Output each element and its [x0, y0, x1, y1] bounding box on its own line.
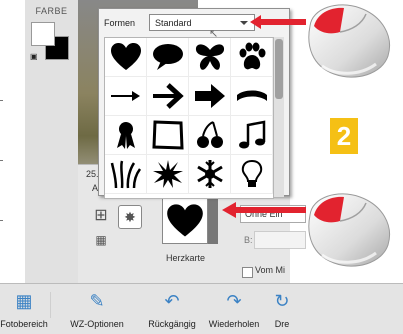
shape-cherries[interactable]: [189, 116, 231, 155]
shape-light-bulb[interactable]: [231, 155, 273, 194]
shape-butterfly[interactable]: [189, 38, 231, 77]
ruler-tick: [0, 100, 3, 101]
photo-bin-label: Fotobereich: [0, 319, 48, 329]
left-edge-strip: [0, 0, 25, 283]
grass-icon: [110, 160, 142, 189]
shapes-picker-popup: Formen Standard ↖: [98, 8, 290, 199]
width-input[interactable]: [254, 231, 306, 249]
rotate-button[interactable]: ↻ Dre: [268, 284, 296, 334]
music-note-icon: [239, 120, 266, 149]
options-number-label: 25.: [86, 169, 99, 179]
crop-icon[interactable]: ⊞: [90, 205, 112, 227]
ruler-tick: [0, 160, 3, 161]
image-icon[interactable]: ▦: [92, 231, 110, 249]
red-arrow-icon: [222, 202, 306, 218]
ruler-tick: [0, 220, 3, 221]
shape-starburst[interactable]: [147, 155, 189, 194]
photo-bin-button[interactable]: ▦ Fotobereich: [0, 284, 48, 334]
redo-icon: ↷: [226, 291, 242, 311]
shape-paw-print[interactable]: [231, 38, 273, 77]
redo-label: Wiederholen: [208, 319, 260, 329]
shape-chevron-arrow[interactable]: [147, 77, 189, 116]
color-panel: FARBE ▣: [25, 0, 78, 283]
shape-speech-bubble[interactable]: [147, 38, 189, 77]
banner-icon: [237, 90, 267, 101]
shape-name-label: Herzkarte: [166, 253, 206, 263]
tool-options-button[interactable]: ✎ WZ-Optionen: [52, 284, 142, 334]
heart-icon: [111, 43, 141, 70]
shape-bold-arrow[interactable]: [189, 77, 231, 116]
shape-music-note[interactable]: [231, 116, 273, 155]
undo-label: Rückgängig: [148, 319, 196, 329]
heart-icon: [167, 204, 203, 237]
mouse-left-click-icon: [308, 193, 390, 267]
mouse-left-click-icon: [308, 4, 390, 78]
shape-thin-arrow[interactable]: [105, 77, 147, 116]
snowflake-icon: [197, 160, 223, 188]
light-bulb-icon: [241, 159, 263, 187]
shape-snowflake[interactable]: [189, 155, 231, 194]
thin-arrow-icon: [111, 91, 140, 101]
butterfly-icon: [195, 44, 225, 70]
shapes-set-value: Standard: [155, 18, 192, 28]
frame-icon: [152, 120, 184, 150]
bold-arrow-icon: [195, 84, 225, 108]
shape-heart[interactable]: [105, 38, 147, 77]
scrollbar-thumb[interactable]: [275, 39, 283, 99]
cherries-icon: [197, 121, 223, 148]
rotate-label: Dre: [274, 319, 290, 329]
custom-shape-tool-icon[interactable]: ✸: [118, 205, 142, 229]
tool-options-icon: ✎: [89, 291, 105, 311]
rotate-icon: ↻: [274, 291, 290, 311]
shapes-set-dropdown[interactable]: Standard: [149, 14, 255, 31]
speech-bubble-icon: [153, 44, 183, 70]
red-arrow-icon: [250, 15, 306, 29]
shape-preview-dropdown[interactable]: [208, 198, 218, 244]
shape-grid-scrollbar[interactable]: [274, 37, 284, 197]
tool-options-label: WZ-Optionen: [70, 319, 124, 329]
shape-frame[interactable]: [147, 116, 189, 155]
shape-grid: [104, 37, 274, 199]
color-panel-label: FARBE: [35, 6, 68, 16]
toolbar-divider: [50, 292, 51, 318]
photo-bin-icon: ▦: [15, 291, 33, 311]
shape-award-ribbon[interactable]: [105, 116, 147, 155]
width-label: B:: [244, 235, 253, 245]
undo-button[interactable]: ↶ Rückgängig: [144, 284, 200, 334]
from-center-label: Vom Mi: [255, 265, 286, 275]
chevron-arrow-icon: [153, 83, 184, 109]
step-number-badge: 2: [330, 118, 358, 154]
starburst-icon: [153, 160, 183, 188]
from-center-checkbox[interactable]: [242, 267, 253, 278]
bottom-toolbar: ▦ Fotobereich ✎ WZ-Optionen ↶ Rückgängig…: [0, 283, 403, 334]
chevron-down-icon: [240, 21, 248, 25]
shape-preview-button[interactable]: [162, 198, 208, 244]
default-colors-icon[interactable]: ▣: [30, 52, 38, 61]
award-ribbon-icon: [117, 122, 135, 149]
shape-grass[interactable]: [105, 155, 147, 194]
undo-icon: ↶: [164, 291, 180, 311]
foreground-color-swatch[interactable]: [31, 22, 55, 46]
paw-print-icon: [239, 42, 266, 70]
redo-button[interactable]: ↷ Wiederholen: [204, 284, 264, 334]
shape-banner[interactable]: [231, 77, 273, 116]
shapes-set-label: Formen: [104, 18, 136, 28]
